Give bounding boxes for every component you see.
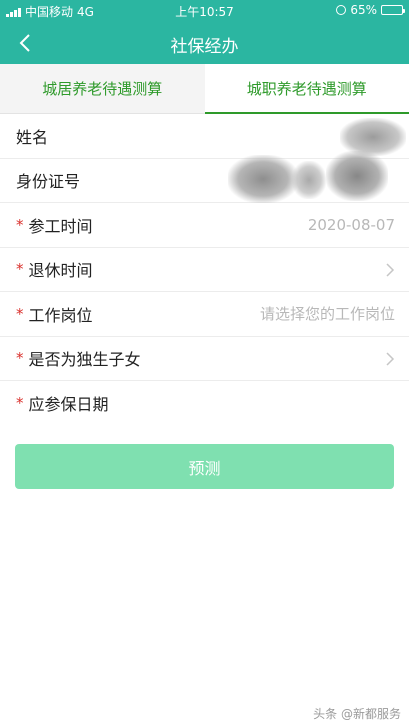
work-start-value: 2020-08-07	[307, 215, 395, 234]
chevron-right-icon	[385, 262, 395, 277]
watermark: 头条 @新都服务	[313, 707, 401, 721]
retire-time-label: 退休时间	[28, 261, 93, 281]
tab-urban-resident-pension[interactable]: 城居养老待遇测算	[0, 64, 205, 113]
required-mark: *	[16, 394, 24, 413]
required-mark: *	[16, 260, 24, 279]
status-bar: 中国移动 4G 上午10:57 65%	[0, 0, 409, 22]
predict-button[interactable]: 预测	[15, 444, 394, 489]
work-start-label: 参工时间	[28, 216, 93, 236]
job-position-placeholder: 请选择您的工作岗位	[259, 305, 395, 324]
redaction-scribble	[292, 160, 326, 199]
redaction-scribble	[228, 154, 298, 203]
insure-date-row[interactable]: * 应参保日期	[0, 381, 409, 426]
app-header: 中国移动 4G 上午10:57 65% 社保经办	[0, 0, 409, 64]
pension-form: 姓名 身份证号 * 参工时间 2020-08-07 * 退休时间 * 工作岗位 …	[0, 114, 409, 426]
name-label: 姓名	[16, 127, 49, 147]
chevron-right-icon	[385, 351, 395, 366]
required-mark: *	[16, 215, 24, 234]
status-right: 65%	[336, 3, 405, 17]
tab-bar: 城居养老待遇测算 城职养老待遇测算	[0, 64, 409, 114]
required-mark: *	[16, 349, 24, 368]
battery-icon	[381, 5, 405, 15]
work-start-row[interactable]: * 参工时间 2020-08-07	[0, 203, 409, 248]
page-title: 社保经办	[170, 37, 239, 57]
job-position-row[interactable]: * 工作岗位 请选择您的工作岗位	[0, 292, 409, 337]
only-child-label: 是否为独生子女	[28, 350, 141, 370]
only-child-row[interactable]: * 是否为独生子女	[0, 337, 409, 381]
rotation-lock-icon	[336, 5, 347, 15]
required-mark: *	[16, 304, 24, 323]
tab-urban-employee-pension[interactable]: 城职养老待遇测算	[204, 64, 409, 114]
insure-date-label: 应参保日期	[28, 395, 109, 415]
redaction-scribble	[326, 150, 388, 201]
id-number-label: 身份证号	[16, 172, 81, 192]
battery-percent: 65%	[350, 3, 377, 17]
navbar: 社保经办	[0, 22, 409, 64]
job-position-label: 工作岗位	[28, 305, 93, 325]
retire-time-row[interactable]: * 退休时间	[0, 248, 409, 292]
id-number-row[interactable]: 身份证号	[0, 150, 409, 203]
